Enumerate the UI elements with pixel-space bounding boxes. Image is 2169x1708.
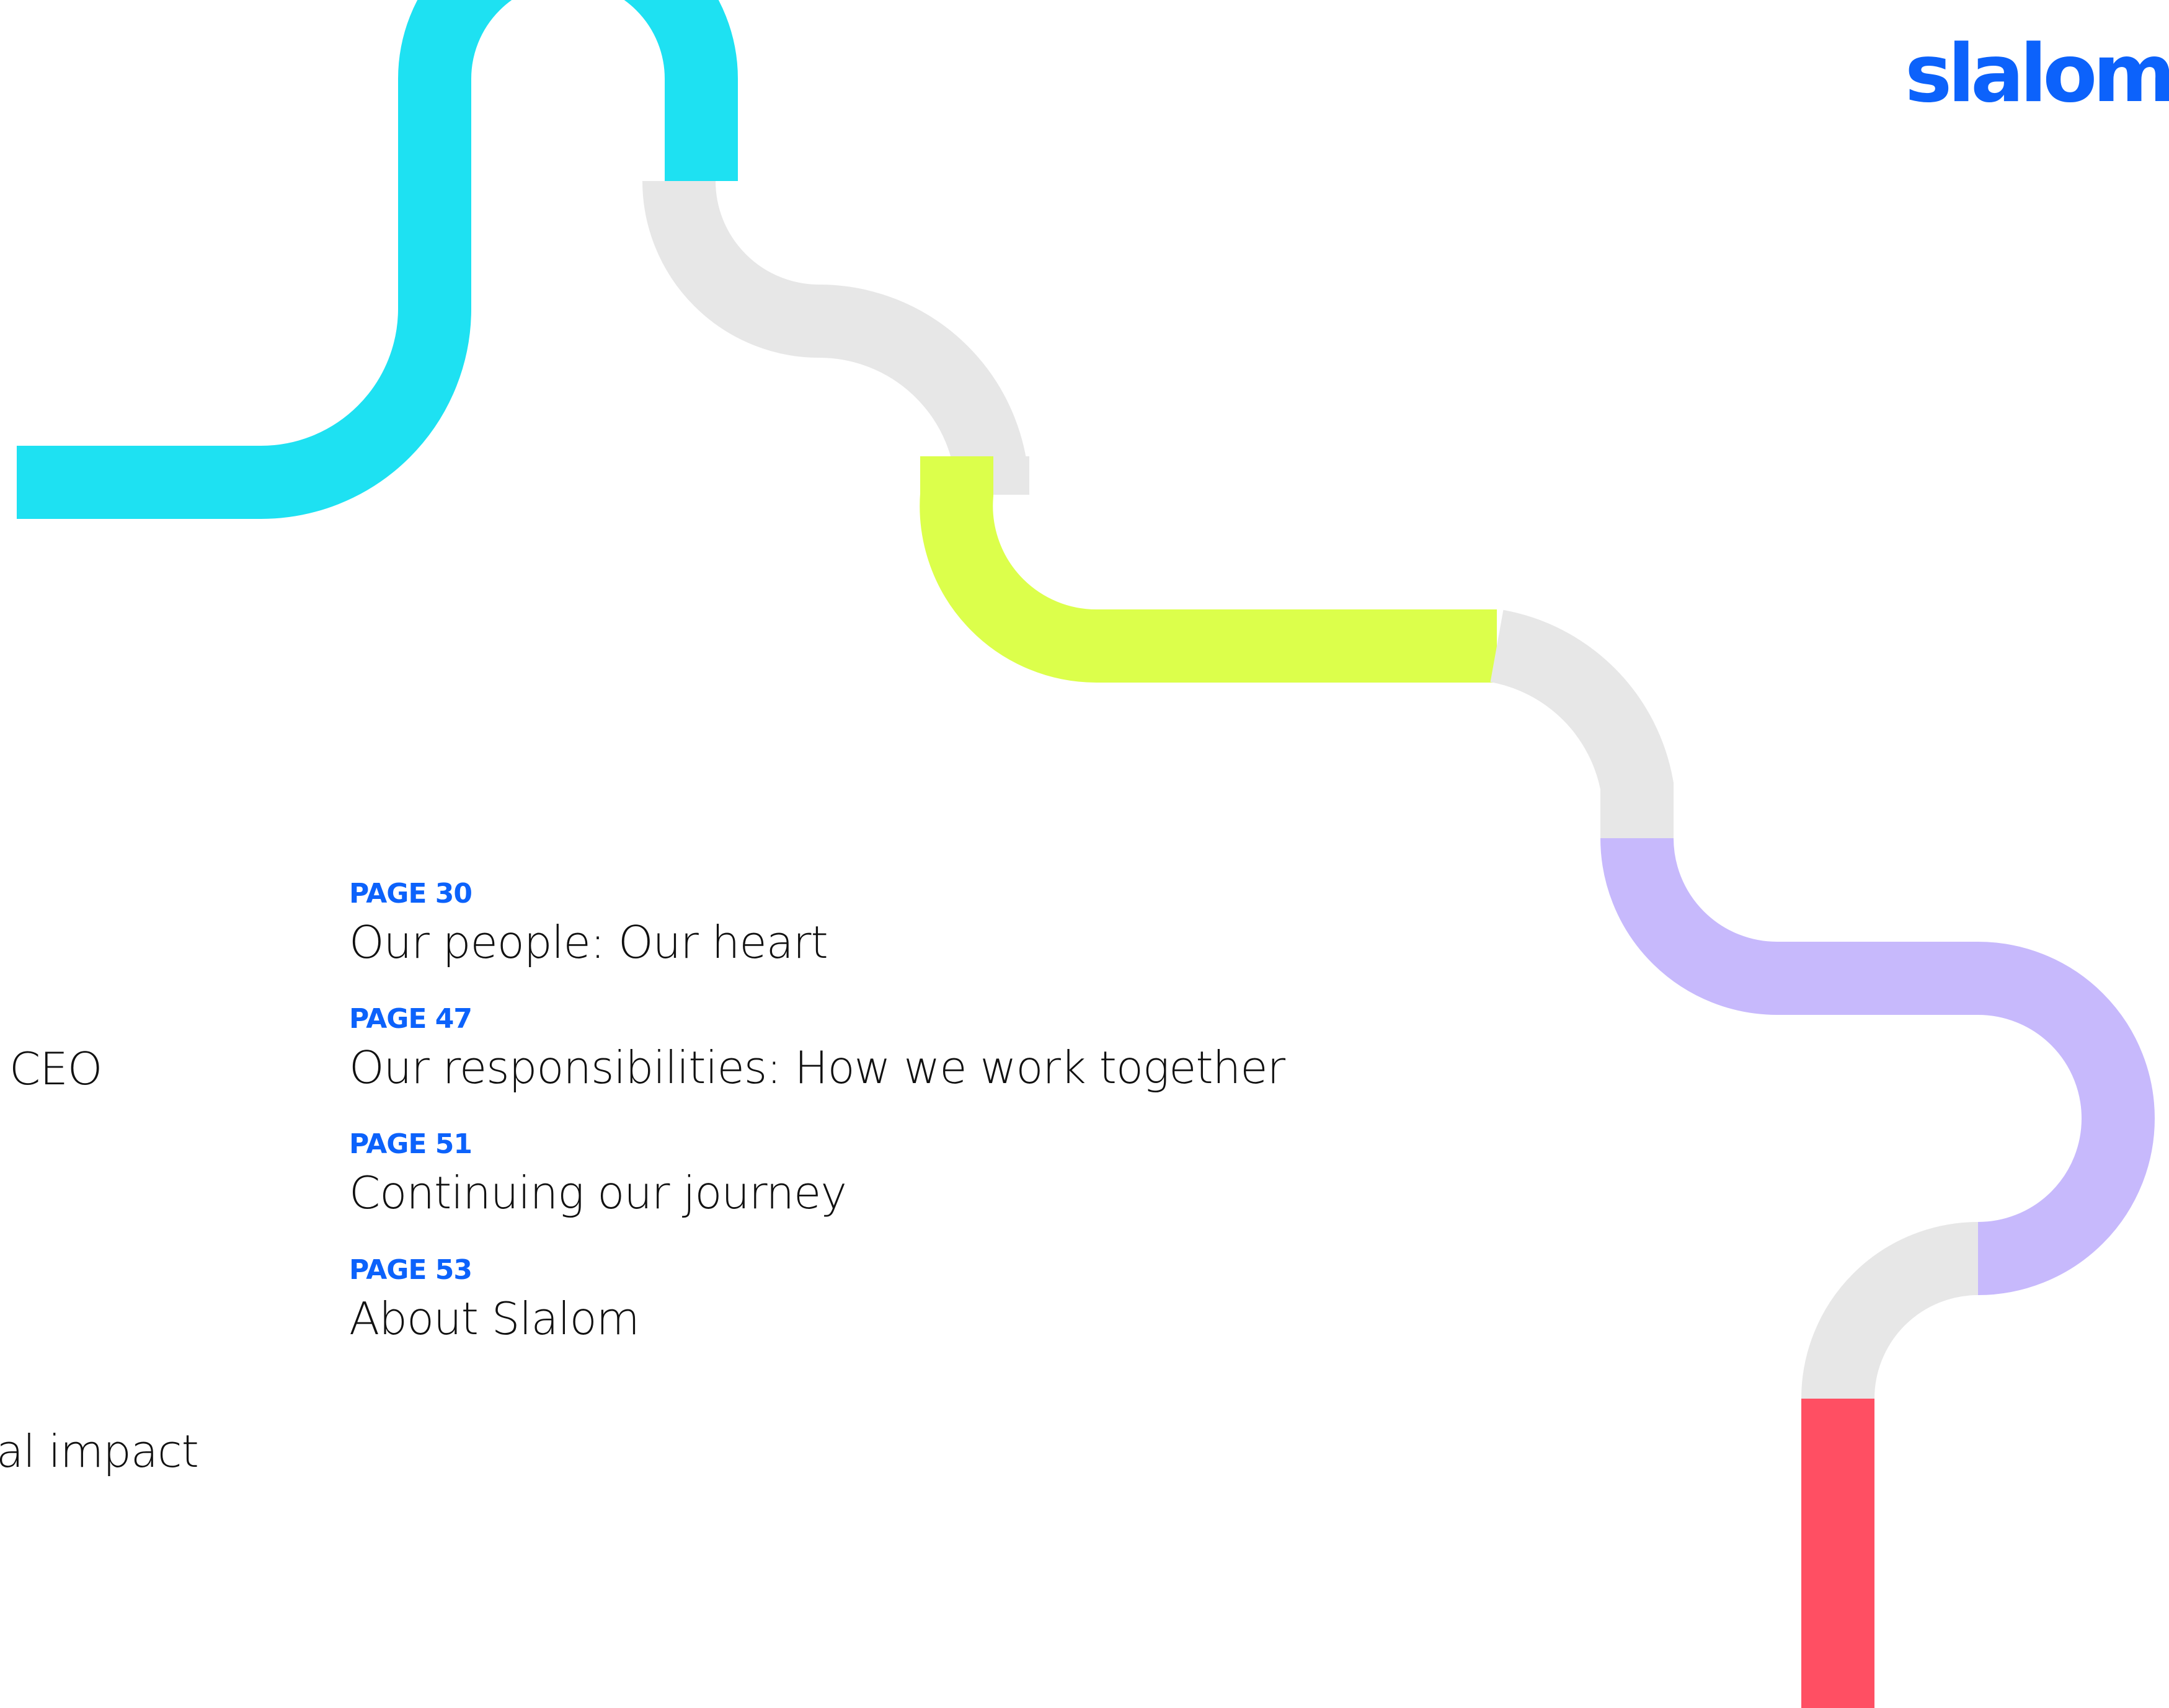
toc-entry-our-people[interactable]: PAGE 30 Our people: Our heart (349, 880, 828, 965)
toc-title: About Slalom (349, 1293, 640, 1345)
toc-title: Our responsibilities: How we work togeth… (349, 1042, 1285, 1094)
toc-page-number: PAGE 53 (349, 1254, 472, 1286)
clipped-toc-title-impact[interactable]: al impact (0, 1429, 199, 1474)
journey-path-graphic (17, 0, 2155, 1708)
toc-title: Continuing our journey (349, 1167, 847, 1219)
path-segment-gray-1 (642, 180, 1029, 496)
clipped-toc-title-ceo[interactable]: CEO (9, 1046, 102, 1091)
path-segment-lavender (1600, 837, 2155, 1295)
contents-page: slalom PAGE 30 Our people: Our heart PAG… (0, 0, 2169, 1708)
toc-entry-our-responsibilities[interactable]: PAGE 47 Our responsibilities: How we wor… (349, 1003, 1285, 1094)
toc-page-number: PAGE 51 (349, 1128, 472, 1160)
path-segment-cyan (17, 0, 738, 519)
toc-entry-continuing-journey[interactable]: PAGE 51 Continuing our journey (349, 1128, 847, 1219)
toc-entry-about-slalom[interactable]: PAGE 53 About Slalom (349, 1254, 640, 1345)
toc-title: Our people: Our heart (349, 916, 828, 968)
toc-page-number: PAGE 30 (349, 878, 472, 909)
path-segment-gray-2 (1489, 609, 1674, 838)
slalom-logo: slalom (1905, 28, 2169, 120)
toc-page-number: PAGE 47 (349, 1003, 472, 1035)
path-segment-lime (920, 456, 1497, 683)
path-segment-gray-3 (1801, 1222, 1979, 1400)
